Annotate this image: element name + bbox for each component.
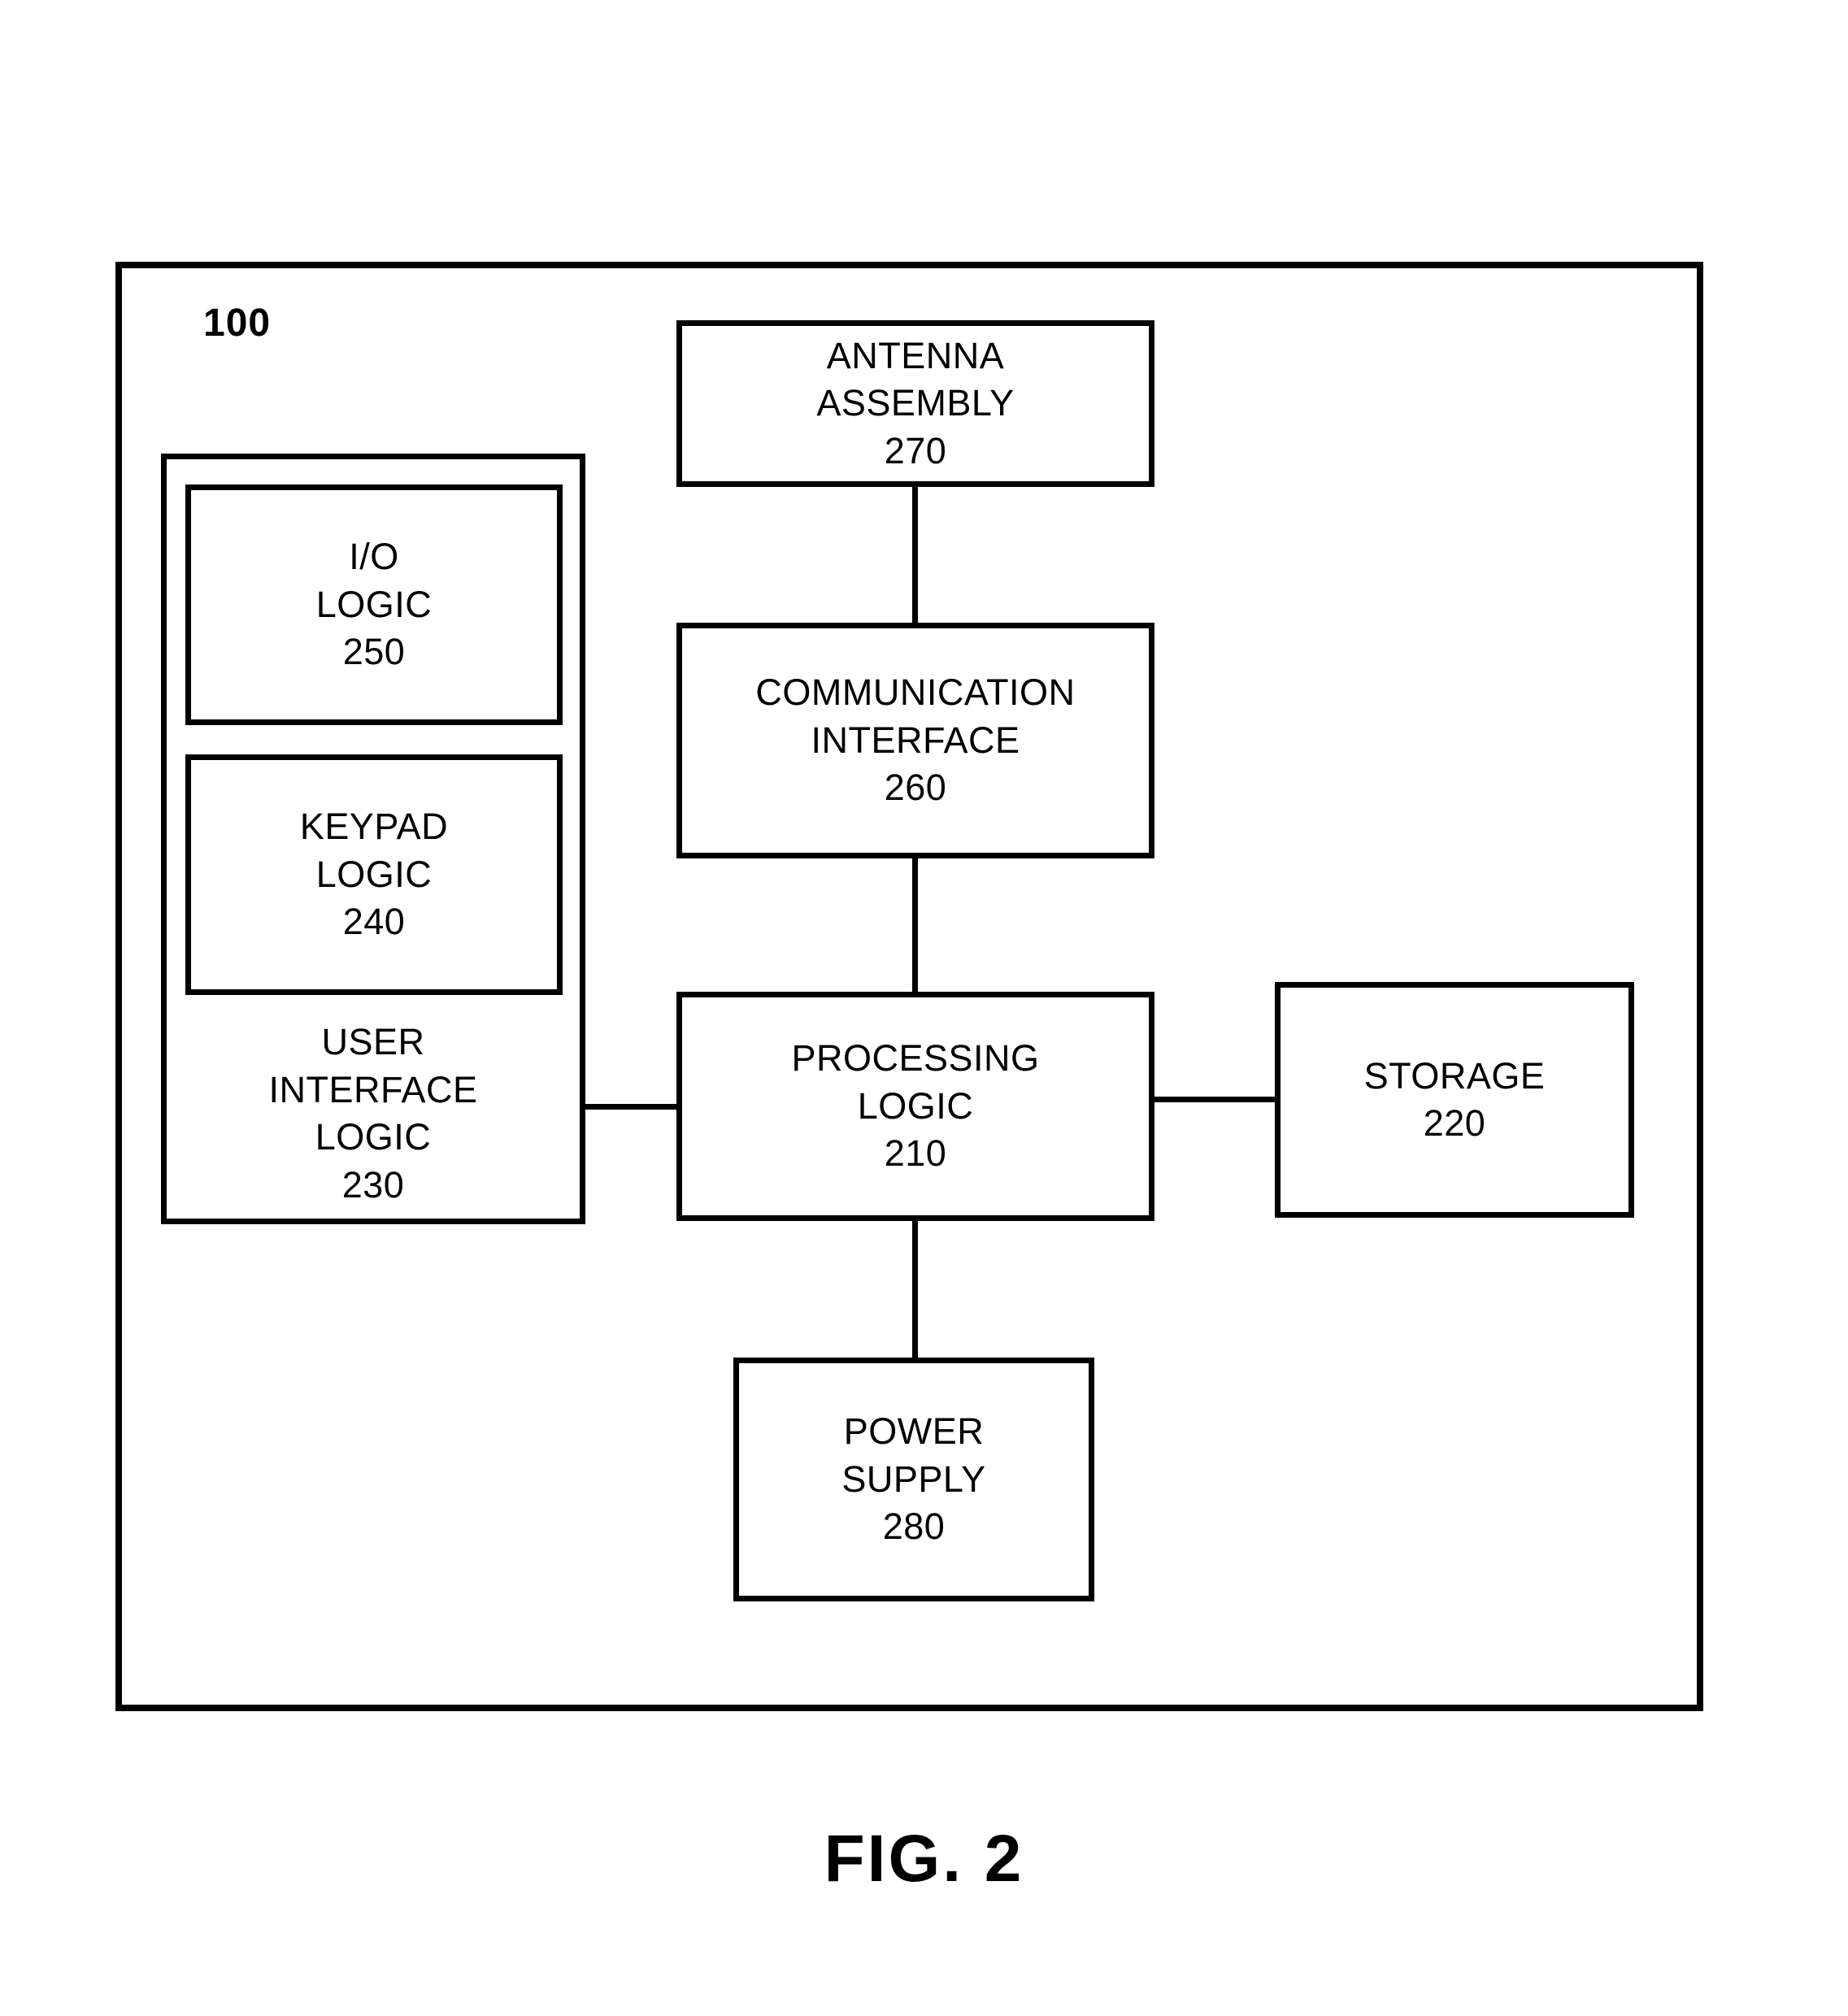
processing-logic-label: PROCESSING LOGIC 210: [676, 992, 1154, 1221]
io-logic-label: I/O LOGIC 250: [185, 484, 563, 725]
communication-interface-line1: COMMUNICATION: [755, 671, 1076, 714]
power-supply-label: POWER SUPPLY 280: [733, 1358, 1094, 1601]
power-supply-line2: SUPPLY: [841, 1458, 986, 1500]
connector-communication-to-processing: [912, 855, 918, 995]
user-interface-logic-line3: LOGIC: [315, 1116, 432, 1158]
io-logic-ref: 250: [342, 631, 406, 673]
user-interface-logic-line1: USER: [321, 1021, 425, 1062]
connector-processing-to-storage: [1150, 1097, 1278, 1102]
user-interface-logic-ref: 230: [341, 1163, 405, 1206]
communication-interface-ref: 260: [884, 767, 947, 809]
power-supply-line1: POWER: [843, 1410, 985, 1453]
storage-label: STORAGE 220: [1275, 982, 1634, 1218]
storage-line1: STORAGE: [1363, 1054, 1546, 1097]
storage-ref: 220: [1423, 1102, 1486, 1144]
keypad-logic-label: KEYPAD LOGIC 240: [185, 754, 563, 995]
antenna-assembly-line1: ANTENNA: [826, 334, 1005, 376]
antenna-assembly-label: ANTENNA ASSEMBLY 270: [676, 320, 1154, 487]
user-interface-logic-label: USER INTERFACE LOGIC 230: [161, 1012, 585, 1215]
keypad-logic-line1: KEYPAD: [299, 806, 449, 848]
keypad-logic-line2: LOGIC: [315, 853, 433, 895]
processing-logic-line2: LOGIC: [857, 1084, 974, 1127]
connector-processing-to-power-supply: [912, 1218, 918, 1361]
user-interface-logic-line2: INTERFACE: [268, 1068, 478, 1110]
antenna-assembly-line2: ASSEMBLY: [816, 382, 1015, 424]
connector-ui-logic-to-processing: [580, 1104, 680, 1110]
antenna-assembly-ref: 270: [884, 429, 947, 471]
keypad-logic-ref: 240: [342, 901, 406, 943]
io-logic-line1: I/O: [349, 536, 399, 578]
power-supply-ref: 280: [882, 1505, 946, 1548]
figure-canvas: 100 USER INTERFACE LOGIC 230 I/O LOGIC 2…: [0, 0, 1848, 2016]
io-logic-line2: LOGIC: [315, 583, 433, 625]
figure-caption: FIG. 2: [824, 1822, 1024, 1896]
communication-interface-line2: INTERFACE: [811, 719, 1020, 761]
processing-logic-line1: PROCESSING: [791, 1037, 1040, 1080]
communication-interface-label: COMMUNICATION INTERFACE 260: [676, 623, 1154, 858]
device-reference-label: 100: [203, 302, 272, 345]
processing-logic-ref: 210: [884, 1132, 947, 1175]
connector-antenna-to-communication: [912, 484, 918, 626]
